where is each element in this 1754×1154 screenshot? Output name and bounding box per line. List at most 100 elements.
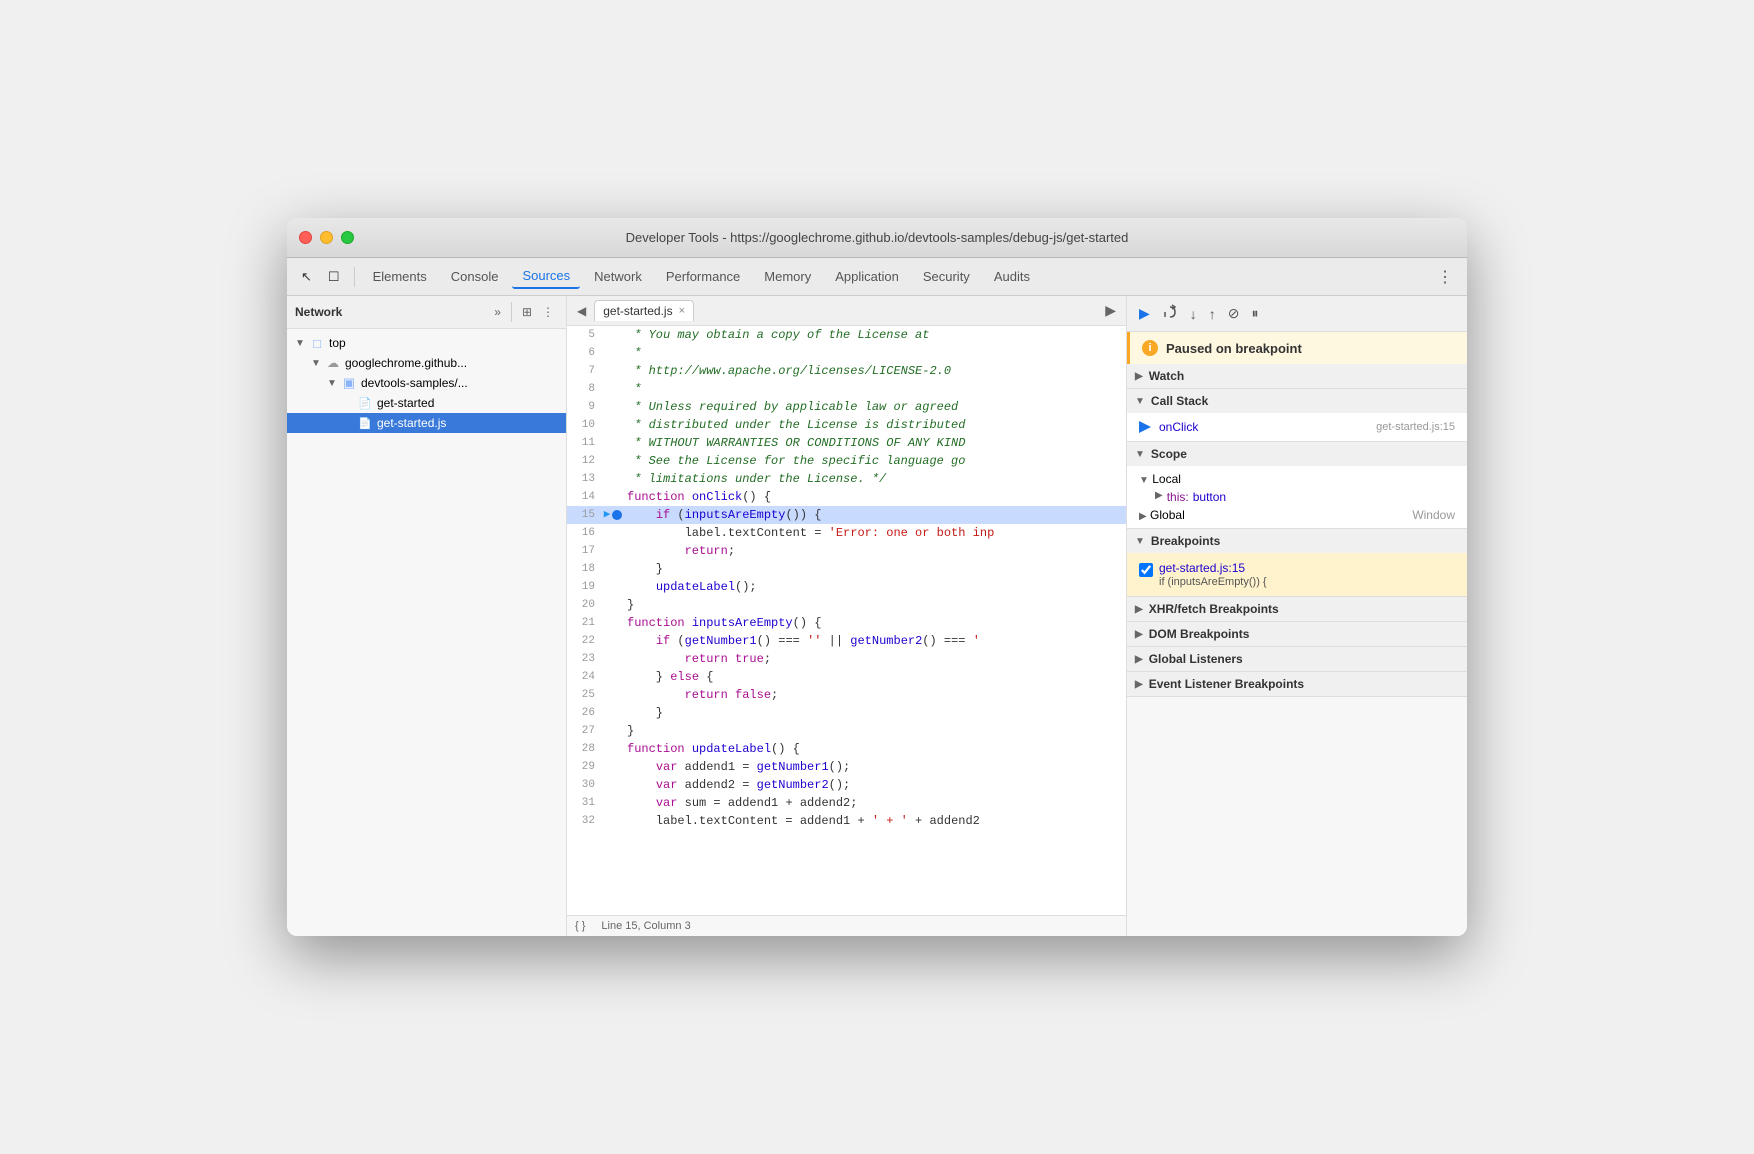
line-number: 11 [567,434,603,452]
breakpoints-header[interactable]: ▼ Breakpoints [1127,529,1467,553]
scope-header[interactable]: ▼ Scope [1127,442,1467,466]
tab-security[interactable]: Security [913,265,980,288]
line-number: 25 [567,686,603,704]
event-breakpoints-section[interactable]: ▶ Event Listener Breakpoints [1127,672,1467,697]
pause-button[interactable]: ⏸ [1248,303,1263,324]
line-code: updateLabel(); [623,578,1126,596]
editor-nav-back[interactable]: ◀ [571,301,592,321]
watch-arrow-icon: ▶ [1135,371,1143,382]
sidebar-actions: » ⊞ ⋮ [490,302,558,322]
global-scope-item[interactable]: ▶ Global Window [1139,506,1455,524]
code-line-14: 14 function onClick() { [567,488,1126,506]
tab-memory[interactable]: Memory [754,265,821,288]
arrow-icon: ▼ [295,338,309,349]
line-code: * Unless required by applicable law or a… [623,398,1126,416]
device-toggle-button[interactable]: ☐ [322,265,346,289]
tree-item-top[interactable]: ▼ □ top [287,333,566,353]
sidebar-more-button[interactable]: ⋮ [538,302,558,322]
global-value: Window [1412,508,1455,522]
step-over-button[interactable] [1158,302,1182,325]
line-number: 20 [567,596,603,614]
line-code: label.textContent = 'Error: one or both … [623,524,1126,542]
line-number: 28 [567,740,603,758]
scope-label: Scope [1151,447,1187,461]
line-number: 15 [567,506,603,524]
maximize-button[interactable] [341,231,354,244]
toolbar-separator-1 [354,267,355,287]
code-line-15: 15 ▶ if (inputsAreEmpty()) { [567,506,1126,524]
breakpoint-file[interactable]: get-started.js:15 [1159,561,1455,575]
line-code: return; [623,542,1126,560]
debug-content: i Paused on breakpoint ▶ Watch ▼ Call St… [1127,332,1467,936]
xhr-breakpoints-section[interactable]: ▶ XHR/fetch Breakpoints [1127,597,1467,622]
resume-button[interactable]: ▶ [1135,303,1154,324]
tree-label: googlechrome.github... [345,356,467,370]
arrow-icon: ▼ [327,378,341,389]
dom-breakpoints-section[interactable]: ▶ DOM Breakpoints [1127,622,1467,647]
tree-label: top [329,336,346,350]
close-button[interactable] [299,231,312,244]
line-code: * You may obtain a copy of the License a… [623,326,1126,344]
tree-label: get-started [377,396,434,410]
step-into-button[interactable]: ↓ [1186,304,1201,324]
tab-performance[interactable]: Performance [656,265,750,288]
file-tree: ▼ □ top ▼ ☁ googlechrome.github... ▼ ▣ d… [287,329,566,936]
tree-item-devtools[interactable]: ▼ ▣ devtools-samples/... [287,373,566,393]
editor-panel: ◀ get-started.js × ▶ 5 * You may obtain … [567,296,1127,936]
code-line-7: 7 * http://www.apache.org/licenses/LICEN… [567,362,1126,380]
local-arrow-icon: ▼ [1139,475,1149,486]
scope-section: ▼ Scope ▼ Local ▶ this: button [1127,442,1467,529]
scope-this-item: ▶ this: button [1139,488,1455,506]
global-label: ▶ Global [1139,508,1185,522]
watch-header[interactable]: ▶ Watch [1127,364,1467,388]
tree-item-get-started-js[interactable]: ▶ 📄 get-started.js [287,413,566,433]
line-code: } [623,722,1126,740]
global-listeners-section[interactable]: ▶ Global Listeners [1127,647,1467,672]
editor-tab-get-started-js[interactable]: get-started.js × [594,300,694,321]
code-line-5: 5 * You may obtain a copy of the License… [567,326,1126,344]
minimize-button[interactable] [320,231,333,244]
sidebar-layout-button[interactable]: ⊞ [518,302,536,322]
breakpoints-label: Breakpoints [1151,534,1220,548]
watch-section: ▶ Watch [1127,364,1467,389]
tab-application[interactable]: Application [825,265,909,288]
tab-network[interactable]: Network [584,265,652,288]
tree-item-googlechrome[interactable]: ▼ ☁ googlechrome.github... [287,353,566,373]
more-tabs-button[interactable]: ⋮ [1431,265,1459,289]
code-line-11: 11 * WITHOUT WARRANTIES OR CONDITIONS OF… [567,434,1126,452]
cloud-icon: ☁ [325,355,341,371]
step-out-button[interactable]: ↑ [1205,304,1220,324]
tree-item-get-started[interactable]: ▶ 📄 get-started [287,393,566,413]
tab-sources[interactable]: Sources [512,264,580,289]
code-line-9: 9 * Unless required by applicable law or… [567,398,1126,416]
line-number: 30 [567,776,603,794]
this-key: this: [1167,490,1189,504]
breakpoint-item-1: get-started.js:15 if (inputsAreEmpty()) … [1139,557,1455,592]
line-number: 10 [567,416,603,434]
cursor-tool-button[interactable]: ↖ [295,265,318,289]
editor-tab-label: get-started.js [603,304,672,318]
xhr-arrow-icon: ▶ [1135,604,1143,615]
tab-audits[interactable]: Audits [984,265,1040,288]
line-number: 22 [567,632,603,650]
call-location: get-started.js:15 [1376,421,1455,433]
editor-tab-close-button[interactable]: × [679,306,685,317]
code-editor[interactable]: 5 * You may obtain a copy of the License… [567,326,1126,915]
code-line-10: 10 * distributed under the License is di… [567,416,1126,434]
sidebar-header: Network » ⊞ ⋮ [287,296,566,329]
call-stack-header[interactable]: ▼ Call Stack [1127,389,1467,413]
breakpoint-checkbox[interactable] [1139,563,1153,577]
dom-label: DOM Breakpoints [1149,627,1250,641]
deactivate-button[interactable]: ⊘ [1224,303,1244,324]
editor-play-button[interactable]: ▶ [1099,299,1122,322]
local-scope-item[interactable]: ▼ Local [1139,470,1455,488]
arrow-icon: ▼ [311,358,325,369]
call-stack-item-onclick[interactable]: onClick get-started.js:15 [1139,417,1455,437]
sidebar-expand-button[interactable]: » [490,302,505,322]
line-code: var addend1 = getNumber1(); [623,758,1126,776]
tab-elements[interactable]: Elements [363,265,437,288]
line-code: var sum = addend1 + addend2; [623,794,1126,812]
titlebar: Developer Tools - https://googlechrome.g… [287,218,1467,258]
breakpoint-status: i Paused on breakpoint [1127,332,1467,364]
tab-console[interactable]: Console [441,265,509,288]
